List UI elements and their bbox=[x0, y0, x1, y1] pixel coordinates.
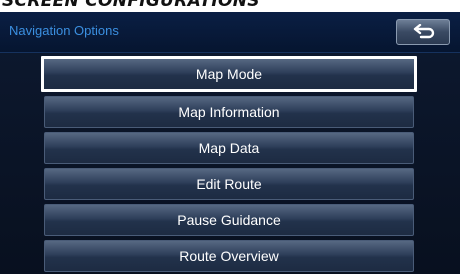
navigation-screen: Navigation Options Map Mode Map Informat… bbox=[0, 12, 460, 274]
menu-item-map-information[interactable]: Map Information bbox=[44, 96, 414, 128]
menu-item-label: Map Information bbox=[178, 104, 280, 120]
menu-item-label: Route Overview bbox=[179, 248, 279, 264]
screen-title: Navigation Options bbox=[9, 23, 119, 38]
menu-item-map-mode[interactable]: Map Mode bbox=[41, 56, 417, 92]
menu-item-pause-guidance[interactable]: Pause Guidance bbox=[44, 204, 414, 236]
menu-item-label: Map Data bbox=[198, 140, 260, 156]
menu-item-label: Pause Guidance bbox=[177, 212, 281, 228]
back-button[interactable] bbox=[396, 19, 450, 45]
options-menu: Map Mode Map Information Map Data Edit R… bbox=[41, 56, 417, 274]
menu-item-label: Map Mode bbox=[195, 66, 263, 82]
header-bar: Navigation Options bbox=[0, 12, 460, 53]
menu-item-map-data[interactable]: Map Data bbox=[44, 132, 414, 164]
return-arrow-icon bbox=[413, 24, 435, 39]
menu-item-route-overview[interactable]: Route Overview bbox=[44, 240, 414, 272]
menu-item-label: Edit Route bbox=[196, 176, 262, 192]
page: SCREEN CONFIGURATIONS Navigation Options… bbox=[0, 0, 460, 274]
menu-item-edit-route[interactable]: Edit Route bbox=[44, 168, 414, 200]
page-caption: SCREEN CONFIGURATIONS bbox=[2, 0, 260, 11]
